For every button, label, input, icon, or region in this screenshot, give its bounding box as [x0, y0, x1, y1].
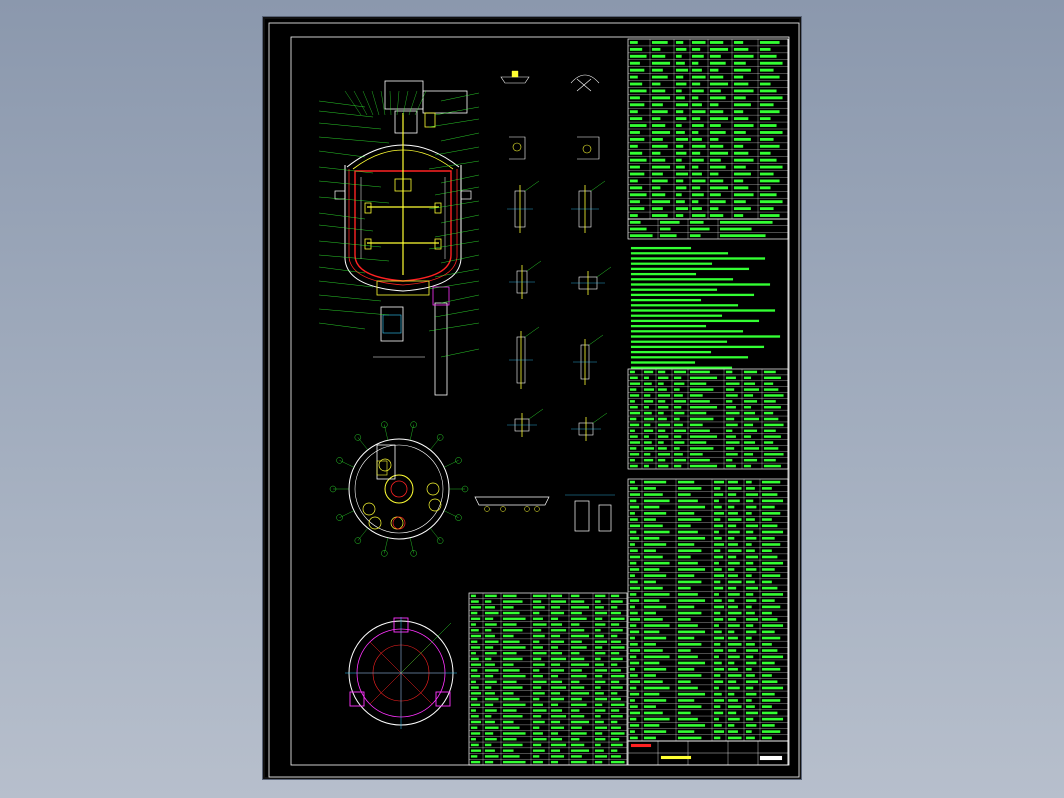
spec-summary-table: [627, 218, 789, 240]
cad-drawing: [268, 22, 800, 778]
bottom-plan-legs-view: [345, 617, 457, 729]
technical-characteristics-table: [627, 38, 789, 220]
main-elevation-view: [318, 80, 480, 396]
parts-list-right-table: [627, 478, 789, 742]
drawing-sheet: [263, 17, 801, 779]
tables: [468, 38, 789, 766]
parts-list-left-table: [468, 592, 628, 766]
detail-nozzle-views: [474, 70, 615, 532]
nozzle-schedule-table: [627, 368, 789, 470]
top-plan-nozzles-view: [329, 421, 469, 557]
technical-requirements-text: [630, 246, 781, 369]
